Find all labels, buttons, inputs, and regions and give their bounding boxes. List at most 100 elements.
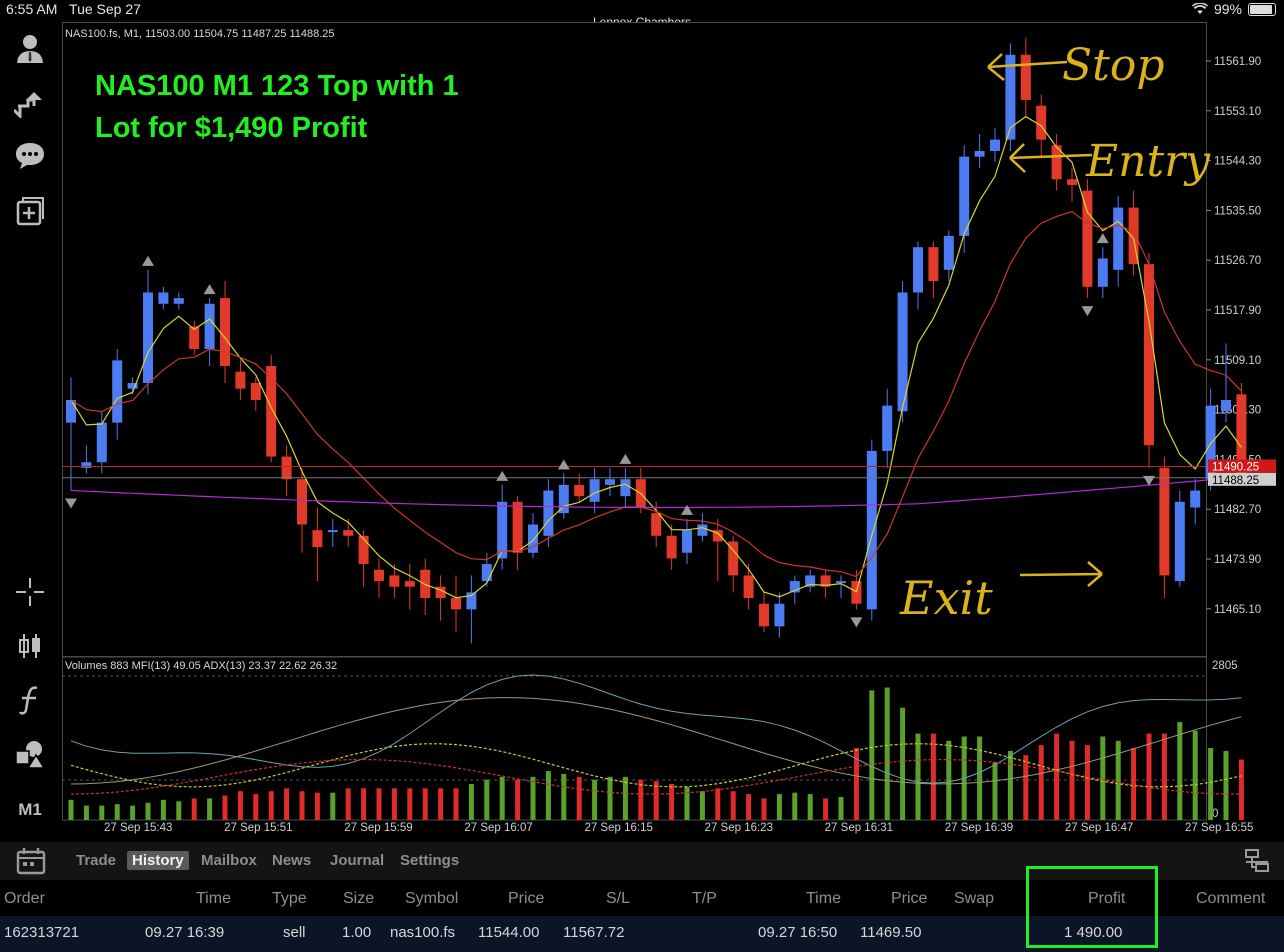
volume-bar bbox=[653, 781, 659, 820]
candle-body bbox=[66, 399, 76, 423]
volume-bar bbox=[484, 779, 490, 820]
indicator-header: Volumes 883 MFI(13) 49.05 ADX(13) 23.37 … bbox=[65, 660, 337, 672]
time-axis-label: 27 Sep 16:47 bbox=[1065, 822, 1133, 834]
candle-body bbox=[574, 484, 585, 497]
cell-sl: 11567.72 bbox=[563, 924, 625, 941]
profit-highlight-box bbox=[1026, 866, 1158, 948]
volume-bar bbox=[83, 805, 89, 820]
volume-bar bbox=[592, 779, 598, 820]
candle-body bbox=[697, 524, 708, 536]
tab-settings[interactable]: Settings bbox=[395, 851, 464, 870]
volume-bar bbox=[1161, 733, 1167, 820]
chat-icon[interactable] bbox=[12, 138, 48, 174]
candle-body bbox=[1221, 399, 1231, 412]
volume-bar bbox=[638, 779, 644, 820]
volume-bar bbox=[391, 788, 397, 820]
col-size[interactable]: Size bbox=[343, 890, 374, 908]
tab-mailbox[interactable]: Mailbox bbox=[196, 851, 262, 870]
volume-bar bbox=[130, 805, 136, 820]
cell-type: sell bbox=[283, 924, 306, 941]
col-open-price[interactable]: Price bbox=[508, 890, 544, 908]
cell-open-price: 11544.00 bbox=[478, 924, 540, 941]
objects-icon[interactable] bbox=[12, 736, 48, 772]
volume-bar bbox=[838, 796, 844, 820]
candle-body bbox=[959, 156, 970, 236]
candle-body bbox=[404, 581, 415, 587]
time-axis-label: 27 Sep 16:15 bbox=[584, 822, 652, 834]
candle-body bbox=[1020, 54, 1031, 101]
col-type[interactable]: Type bbox=[272, 890, 307, 908]
tab-news[interactable]: News bbox=[267, 851, 316, 870]
price-axis-label: 11526.70 bbox=[1214, 255, 1261, 267]
candle-body bbox=[512, 501, 523, 553]
layout-icon[interactable] bbox=[1244, 848, 1270, 874]
new-order-icon[interactable] bbox=[12, 194, 48, 230]
cell-order: 162313721 bbox=[4, 924, 80, 941]
volume-bar bbox=[1223, 750, 1229, 820]
volume-bar bbox=[900, 707, 906, 820]
col-order[interactable]: Order bbox=[4, 890, 45, 908]
candle-body bbox=[220, 298, 230, 367]
trade-arrows-icon[interactable] bbox=[12, 84, 48, 120]
volume-bar bbox=[422, 788, 428, 820]
time-axis-label: 27 Sep 15:43 bbox=[104, 822, 172, 834]
cell-size: 1.00 bbox=[342, 924, 372, 941]
candle-body bbox=[1174, 501, 1185, 582]
volume-bar bbox=[946, 740, 952, 820]
candle-body bbox=[297, 479, 307, 525]
indicators-icon[interactable] bbox=[12, 682, 48, 718]
col-sl[interactable]: S/L bbox=[606, 890, 630, 908]
candle-body bbox=[913, 247, 923, 293]
stop-annotation: Stop bbox=[1062, 40, 1164, 91]
col-tp[interactable]: T/P bbox=[692, 890, 717, 908]
volume-bar bbox=[607, 776, 613, 820]
candle-body bbox=[96, 422, 107, 463]
col-comment[interactable]: Comment bbox=[1196, 890, 1265, 908]
volume-bar bbox=[1177, 722, 1183, 820]
volume-bar bbox=[114, 804, 120, 820]
battery-icon bbox=[1248, 2, 1276, 16]
price-chart[interactable]: 11561.90 11553.10 11544.30 11535.50 11526.70… bbox=[62, 22, 1284, 842]
volume-bar bbox=[376, 788, 382, 820]
tab-journal[interactable]: Journal bbox=[325, 851, 389, 870]
candle-body bbox=[836, 581, 846, 584]
candle-body bbox=[250, 383, 261, 400]
volume-bar bbox=[699, 791, 705, 820]
col-swap[interactable]: Swap bbox=[954, 890, 994, 908]
volume-bar bbox=[715, 788, 721, 820]
calendar-icon[interactable] bbox=[16, 847, 46, 875]
candle-body bbox=[682, 530, 692, 553]
volume-bar bbox=[176, 801, 182, 820]
volume-bar bbox=[299, 791, 305, 820]
volume-bar bbox=[684, 786, 690, 820]
exit-annotation: Exit bbox=[899, 571, 993, 625]
crosshair-icon[interactable] bbox=[12, 574, 48, 610]
volume-bar bbox=[1007, 750, 1013, 820]
col-close-time[interactable]: Time bbox=[806, 890, 841, 908]
volume-bar bbox=[530, 776, 536, 820]
price-axis-label: 11561.90 bbox=[1214, 56, 1261, 68]
col-open-time[interactable]: Time bbox=[196, 890, 231, 908]
volume-bar bbox=[761, 798, 767, 820]
candle-body bbox=[327, 530, 338, 533]
volume-bar bbox=[515, 779, 521, 820]
col-close-price[interactable]: Price bbox=[891, 890, 927, 908]
tab-history[interactable]: History bbox=[127, 851, 189, 870]
price-axis-label: 11544.30 bbox=[1214, 156, 1261, 168]
candle-body bbox=[1113, 207, 1124, 270]
volume-bar bbox=[1192, 730, 1198, 820]
chart-area[interactable]: 11561.90 11553.10 11544.30 11535.50 11526.70… bbox=[62, 22, 1284, 842]
account-icon[interactable] bbox=[12, 30, 48, 66]
volume-bar bbox=[730, 791, 736, 820]
status-bar: 6:55 AM Tue Sep 27 Lennox Chambers 99% bbox=[0, 0, 1284, 29]
candle-body bbox=[774, 603, 785, 627]
timeframe-button[interactable]: M1 bbox=[12, 792, 48, 828]
cell-close-price: 11469.50 bbox=[860, 924, 922, 941]
volume-bar bbox=[222, 795, 228, 820]
candle-body bbox=[882, 405, 893, 451]
chart-type-icon[interactable] bbox=[12, 628, 48, 664]
candle-body bbox=[1067, 179, 1077, 185]
col-symbol[interactable]: Symbol bbox=[405, 890, 458, 908]
tab-trade[interactable]: Trade bbox=[71, 851, 121, 870]
candle-body bbox=[851, 581, 862, 604]
